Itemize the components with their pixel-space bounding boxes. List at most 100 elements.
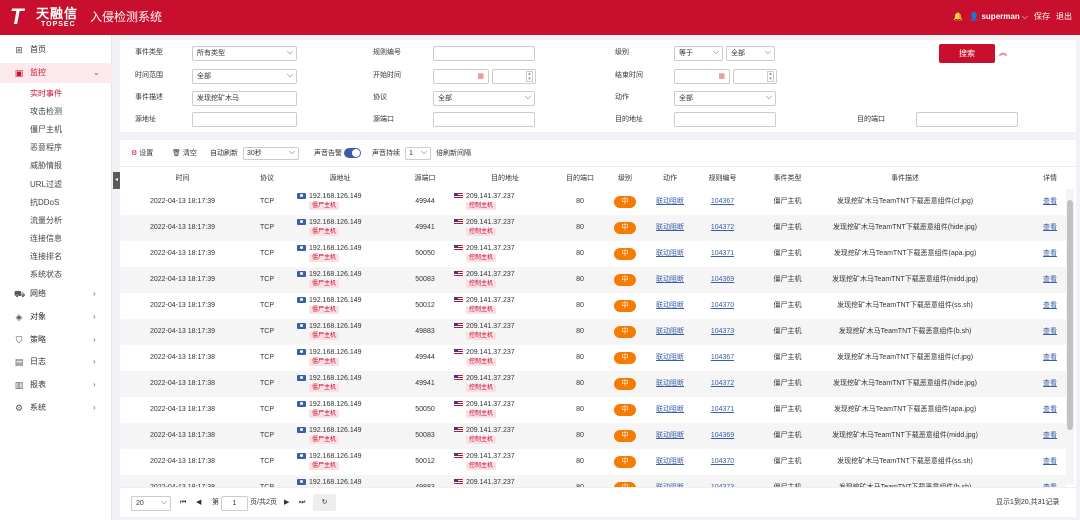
rule-id-link[interactable]: 104371 <box>711 406 734 413</box>
detail-link[interactable]: 查看 <box>1043 198 1057 205</box>
page-size-select[interactable]: 20 <box>131 495 171 511</box>
action-link[interactable]: 联动阻断 <box>656 458 684 465</box>
first-page-icon[interactable]: ⏮ <box>180 497 186 509</box>
action-link[interactable]: 联动阻断 <box>656 276 684 283</box>
detail-link[interactable]: 查看 <box>1043 276 1057 283</box>
page-number-input[interactable]: 1 <box>221 496 248 511</box>
sidebar-item-report[interactable]: ▥ 报表 › <box>0 375 112 395</box>
next-page-icon[interactable]: ▶ <box>284 497 289 509</box>
event-desc-input[interactable]: 发现挖矿木马 <box>192 91 297 106</box>
action-link[interactable]: 联动阻断 <box>656 432 684 439</box>
action-link[interactable]: 联动阻断 <box>656 250 684 257</box>
src-addr-input[interactable] <box>192 112 297 127</box>
level-value-select[interactable]: 全部 <box>726 45 775 61</box>
refresh-icon[interactable]: ↻ <box>313 494 336 511</box>
detail-link[interactable]: 查看 <box>1043 302 1057 309</box>
submenu-threat-intel[interactable]: 威胁情报 <box>30 157 62 174</box>
table-scrollbar-thumb[interactable] <box>1067 200 1073 430</box>
start-date-input[interactable]: ▦ <box>433 69 489 84</box>
time-range-select[interactable]: 全部 <box>192 68 297 84</box>
cell-src-addr: 192.168.126.149 僵尸主机 <box>297 452 362 470</box>
table-row[interactable]: 2022-04-13 18:17:39 TCP 50012 80 僵尸主机 发现挖矿木马T… <box>120 293 1066 319</box>
protocol-select[interactable]: 全部 <box>433 90 535 106</box>
rule-id-link[interactable]: 104369 <box>711 432 734 439</box>
submenu-system-status[interactable]: 系统状态 <box>30 266 62 283</box>
submenu-attack-detection[interactable]: 攻击检测 <box>30 103 62 120</box>
table-row[interactable]: 2022-04-13 18:17:38 TCP 50012 80 僵尸主机 发现挖矿木马T… <box>120 449 1066 475</box>
sidebar-item-network[interactable]: ⛟ 网络 › <box>0 284 112 304</box>
rule-id-link[interactable]: 104370 <box>711 302 734 309</box>
level-operator-select[interactable]: 等于 <box>674 45 723 61</box>
detail-link[interactable]: 查看 <box>1043 224 1057 231</box>
user-menu[interactable]: 👤 superman ⌵ <box>969 11 1028 23</box>
spinner-icon[interactable]: ▴ ▾ <box>767 71 774 82</box>
submenu-connection-info[interactable]: 连接信息 <box>30 230 62 247</box>
rule-id-link[interactable]: 104373 <box>711 328 734 335</box>
table-row[interactable]: 2022-04-13 18:17:39 TCP 49883 80 僵尸主机 发现挖矿木马T… <box>120 319 1066 345</box>
table-row[interactable]: 2022-04-13 18:17:39 TCP 50083 80 僵尸主机 发现挖矿木马T… <box>120 267 1066 293</box>
rule-id-input[interactable] <box>433 46 535 61</box>
sidebar-item-system[interactable]: ⚙ 系统 › <box>0 398 112 418</box>
spinner-icon[interactable]: ▴ ▾ <box>526 71 533 82</box>
rule-id-link[interactable]: 104372 <box>711 224 734 231</box>
table-row[interactable]: 2022-04-13 18:17:39 TCP 49941 80 僵尸主机 发现挖矿木马T… <box>120 215 1066 241</box>
action-link[interactable]: 联动阻断 <box>656 354 684 361</box>
rule-id-link[interactable]: 104367 <box>711 198 734 205</box>
end-date-input[interactable]: ▦ <box>674 69 730 84</box>
end-time-input[interactable]: ▴ ▾ <box>733 69 777 84</box>
detail-link[interactable]: 查看 <box>1043 406 1057 413</box>
sidebar-item-log[interactable]: ▤ 日志 › <box>0 352 112 372</box>
rule-id-link[interactable]: 104372 <box>711 380 734 387</box>
table-row[interactable]: 2022-04-13 18:17:38 TCP 50083 80 僵尸主机 发现挖矿木马T… <box>120 423 1066 449</box>
cell-dst-port: 80 <box>576 432 584 439</box>
prev-page-icon[interactable]: ◀ <box>196 497 201 509</box>
rule-id-link[interactable]: 104369 <box>711 276 734 283</box>
table-row[interactable]: 2022-04-13 18:17:38 TCP 50050 80 僵尸主机 发现挖矿木马T… <box>120 397 1066 423</box>
detail-link[interactable]: 查看 <box>1043 432 1057 439</box>
start-time-label: 开始时间 <box>373 72 401 79</box>
table-row[interactable]: 2022-04-13 18:17:38 TCP 49883 80 僵尸主机 发现挖矿木马T… <box>120 475 1066 487</box>
last-page-icon[interactable]: ⏭ <box>299 497 305 509</box>
logout-button[interactable]: 退出 <box>1056 11 1072 23</box>
src-port-input[interactable] <box>433 112 535 127</box>
detail-link[interactable]: 查看 <box>1043 458 1057 465</box>
bell-icon[interactable]: 🔔 <box>953 11 963 23</box>
table-row[interactable]: 2022-04-13 18:17:39 TCP 49944 80 僵尸主机 发现挖矿木马T… <box>120 189 1066 215</box>
sidebar-item-monitor[interactable]: ▣ 监控 ⌄ <box>0 63 112 83</box>
action-link[interactable]: 联动阻断 <box>656 302 684 309</box>
detail-link[interactable]: 查看 <box>1043 328 1057 335</box>
search-button[interactable]: 搜索 <box>939 44 995 63</box>
table-row[interactable]: 2022-04-13 18:17:38 TCP 49944 80 僵尸主机 发现挖矿木马T… <box>120 345 1066 371</box>
rule-id-link[interactable]: 104371 <box>711 250 734 257</box>
submenu-url-filter[interactable]: URL过滤 <box>30 176 62 193</box>
start-time-input[interactable]: ▴ ▾ <box>492 69 536 84</box>
submenu-anti-ddos[interactable]: 抗DDoS <box>30 194 59 211</box>
action-link[interactable]: 联动阻断 <box>656 328 684 335</box>
rule-id-link[interactable]: 104367 <box>711 354 734 361</box>
sidebar-item-home[interactable]: ⊞ 首页 <box>0 40 112 60</box>
submenu-zombie-hosts[interactable]: 僵尸主机 <box>30 121 62 138</box>
dst-port-input[interactable] <box>916 112 1018 127</box>
submenu-connection-rank[interactable]: 连接排名 <box>30 248 62 265</box>
collapse-filter-icon[interactable]: ︽ <box>999 47 1007 58</box>
submenu-realtime-events[interactable]: 实时事件 <box>30 85 62 102</box>
sidebar-item-policy[interactable]: ⛉ 策略 › <box>0 330 112 350</box>
submenu-malware[interactable]: 恶意程序 <box>30 139 62 156</box>
action-link[interactable]: 联动阻断 <box>656 406 684 413</box>
save-button[interactable]: 保存 <box>1034 11 1050 23</box>
action-select[interactable]: 全部 <box>674 90 776 106</box>
submenu-traffic-analysis[interactable]: 流量分析 <box>30 212 62 229</box>
sidebar-item-object[interactable]: ◈ 对象 › <box>0 307 112 327</box>
action-link[interactable]: 联动阻断 <box>656 198 684 205</box>
sidebar-collapse-handle[interactable]: ◂ <box>113 172 120 189</box>
action-link[interactable]: 联动阻断 <box>656 380 684 387</box>
detail-link[interactable]: 查看 <box>1043 380 1057 387</box>
rule-id-link[interactable]: 104370 <box>711 458 734 465</box>
table-row[interactable]: 2022-04-13 18:17:39 TCP 50050 80 僵尸主机 发现挖矿木马T… <box>120 241 1066 267</box>
table-row[interactable]: 2022-04-13 18:17:38 TCP 49941 80 僵尸主机 发现挖矿木马T… <box>120 371 1066 397</box>
event-type-select[interactable]: 所有类型 <box>192 45 297 61</box>
dst-addr-input[interactable] <box>674 112 776 127</box>
detail-link[interactable]: 查看 <box>1043 250 1057 257</box>
action-link[interactable]: 联动阻断 <box>656 224 684 231</box>
detail-link[interactable]: 查看 <box>1043 354 1057 361</box>
